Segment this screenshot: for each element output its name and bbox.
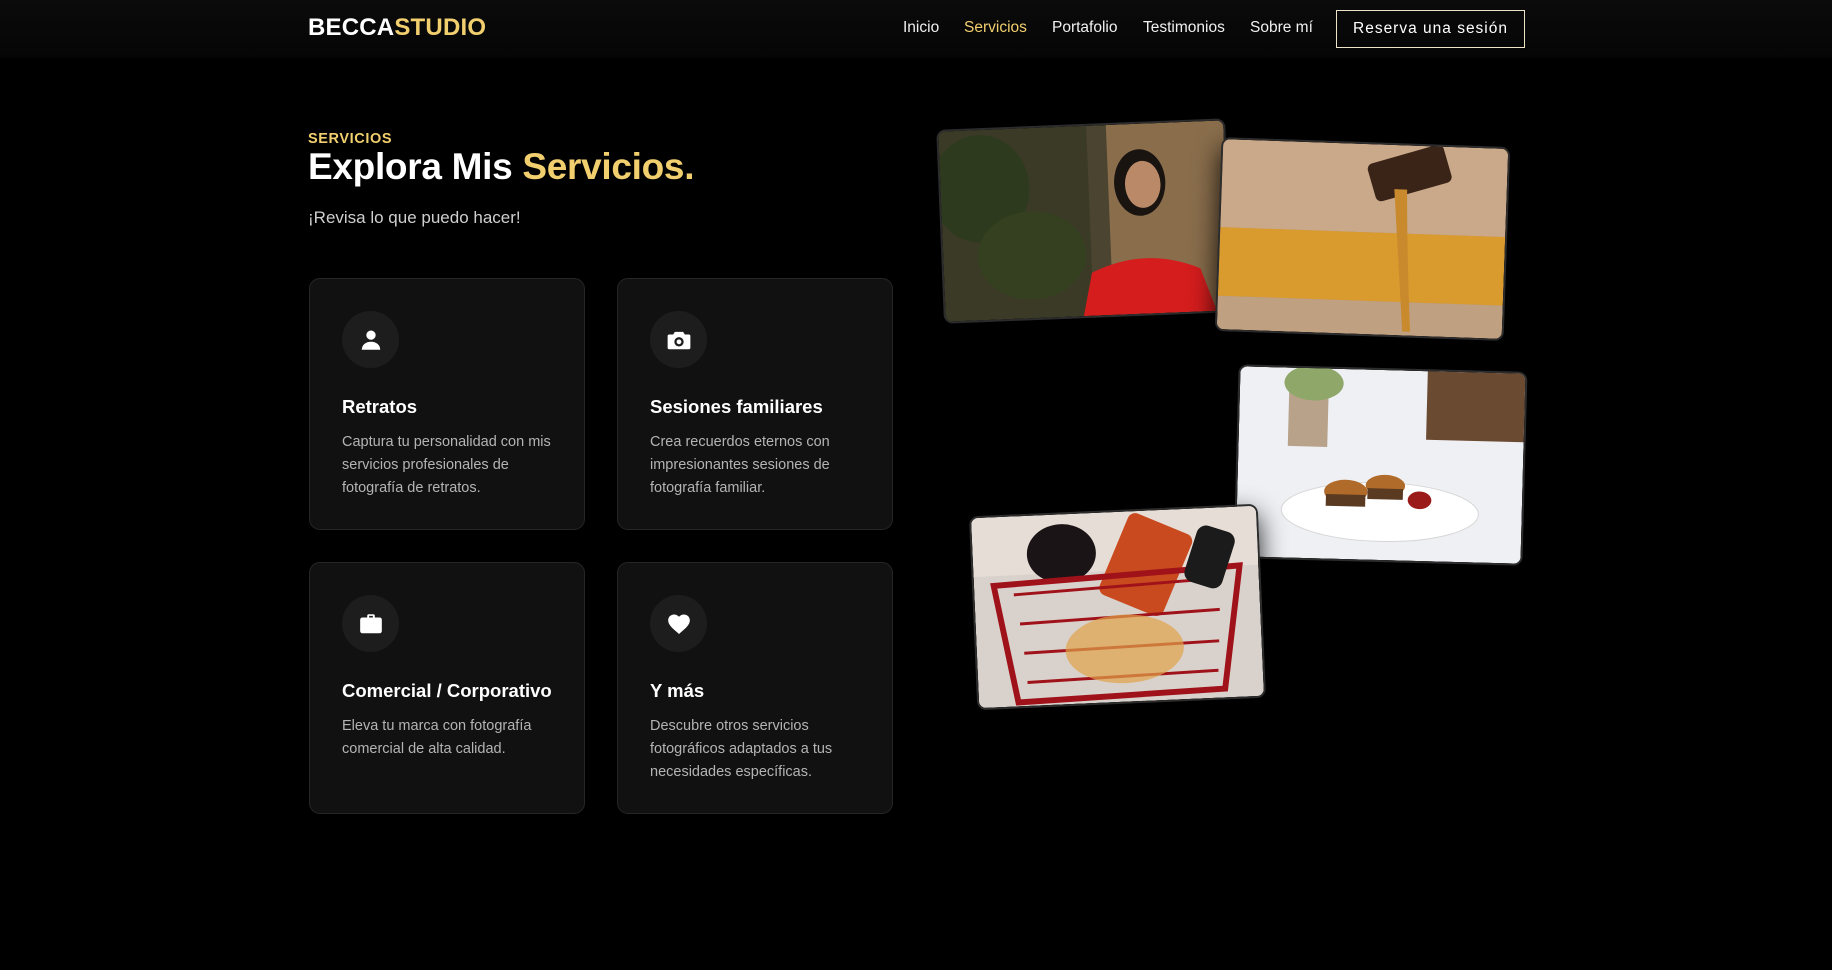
nav-link-testimonios[interactable]: Testimonios bbox=[1143, 19, 1225, 37]
nav-link-servicios[interactable]: Servicios bbox=[964, 19, 1027, 37]
page-subtitle: ¡Revisa lo que puedo hacer! bbox=[308, 208, 521, 227]
book-session-button[interactable]: Reserva una sesión bbox=[1336, 10, 1525, 48]
service-card-sesiones-familiares[interactable]: Sesiones familiares Crea recuerdos etern… bbox=[617, 278, 893, 530]
gallery-photo-dessert[interactable] bbox=[1214, 137, 1511, 341]
person-icon bbox=[342, 311, 399, 368]
service-title: Y más bbox=[650, 680, 705, 701]
service-card-retratos[interactable]: Retratos Captura tu personalidad con mis… bbox=[309, 278, 585, 530]
nav-menu: Inicio Servicios Portafolio Testimonios … bbox=[0, 19, 1832, 39]
service-description: Descubre otros servicios fotográficos ad… bbox=[650, 718, 833, 780]
service-description: Captura tu personalidad con mis servicio… bbox=[342, 434, 551, 496]
top-navbar: BECCASTUDIO Inicio Servicios Portafolio … bbox=[0, 0, 1832, 58]
page-title: Explora Mis Servicios. bbox=[308, 146, 695, 188]
service-card-y-mas[interactable]: Y más Descubre otros servicios fotográfi… bbox=[617, 562, 893, 814]
service-card-comercial-corporativo[interactable]: Comercial / Corporativo Eleva tu marca c… bbox=[309, 562, 585, 814]
nav-link-inicio[interactable]: Inicio bbox=[903, 19, 939, 37]
page-title-main: Explora Mis bbox=[308, 146, 523, 187]
nav-link-portafolio[interactable]: Portafolio bbox=[1052, 19, 1117, 37]
service-title: Retratos bbox=[342, 396, 418, 417]
gallery-photo-shopping-cart[interactable] bbox=[968, 503, 1267, 711]
gallery-photo-burgers[interactable] bbox=[1233, 364, 1528, 566]
nav-link-sobre-mi[interactable]: Sobre mí bbox=[1250, 19, 1313, 37]
page-title-highlight: Servicios. bbox=[522, 146, 695, 187]
service-description: Crea recuerdos eternos con impresionante… bbox=[650, 434, 830, 496]
service-title: Comercial / Corporativo bbox=[342, 680, 552, 701]
service-title: Sesiones familiares bbox=[650, 396, 823, 417]
briefcase-icon bbox=[342, 595, 399, 652]
service-description: Eleva tu marca con fotografía comercial … bbox=[342, 718, 532, 757]
camera-icon bbox=[650, 311, 707, 368]
gallery-photo-portrait[interactable] bbox=[936, 118, 1233, 324]
heart-icon bbox=[650, 595, 707, 652]
section-eyebrow: SERVICIOS bbox=[308, 131, 393, 147]
